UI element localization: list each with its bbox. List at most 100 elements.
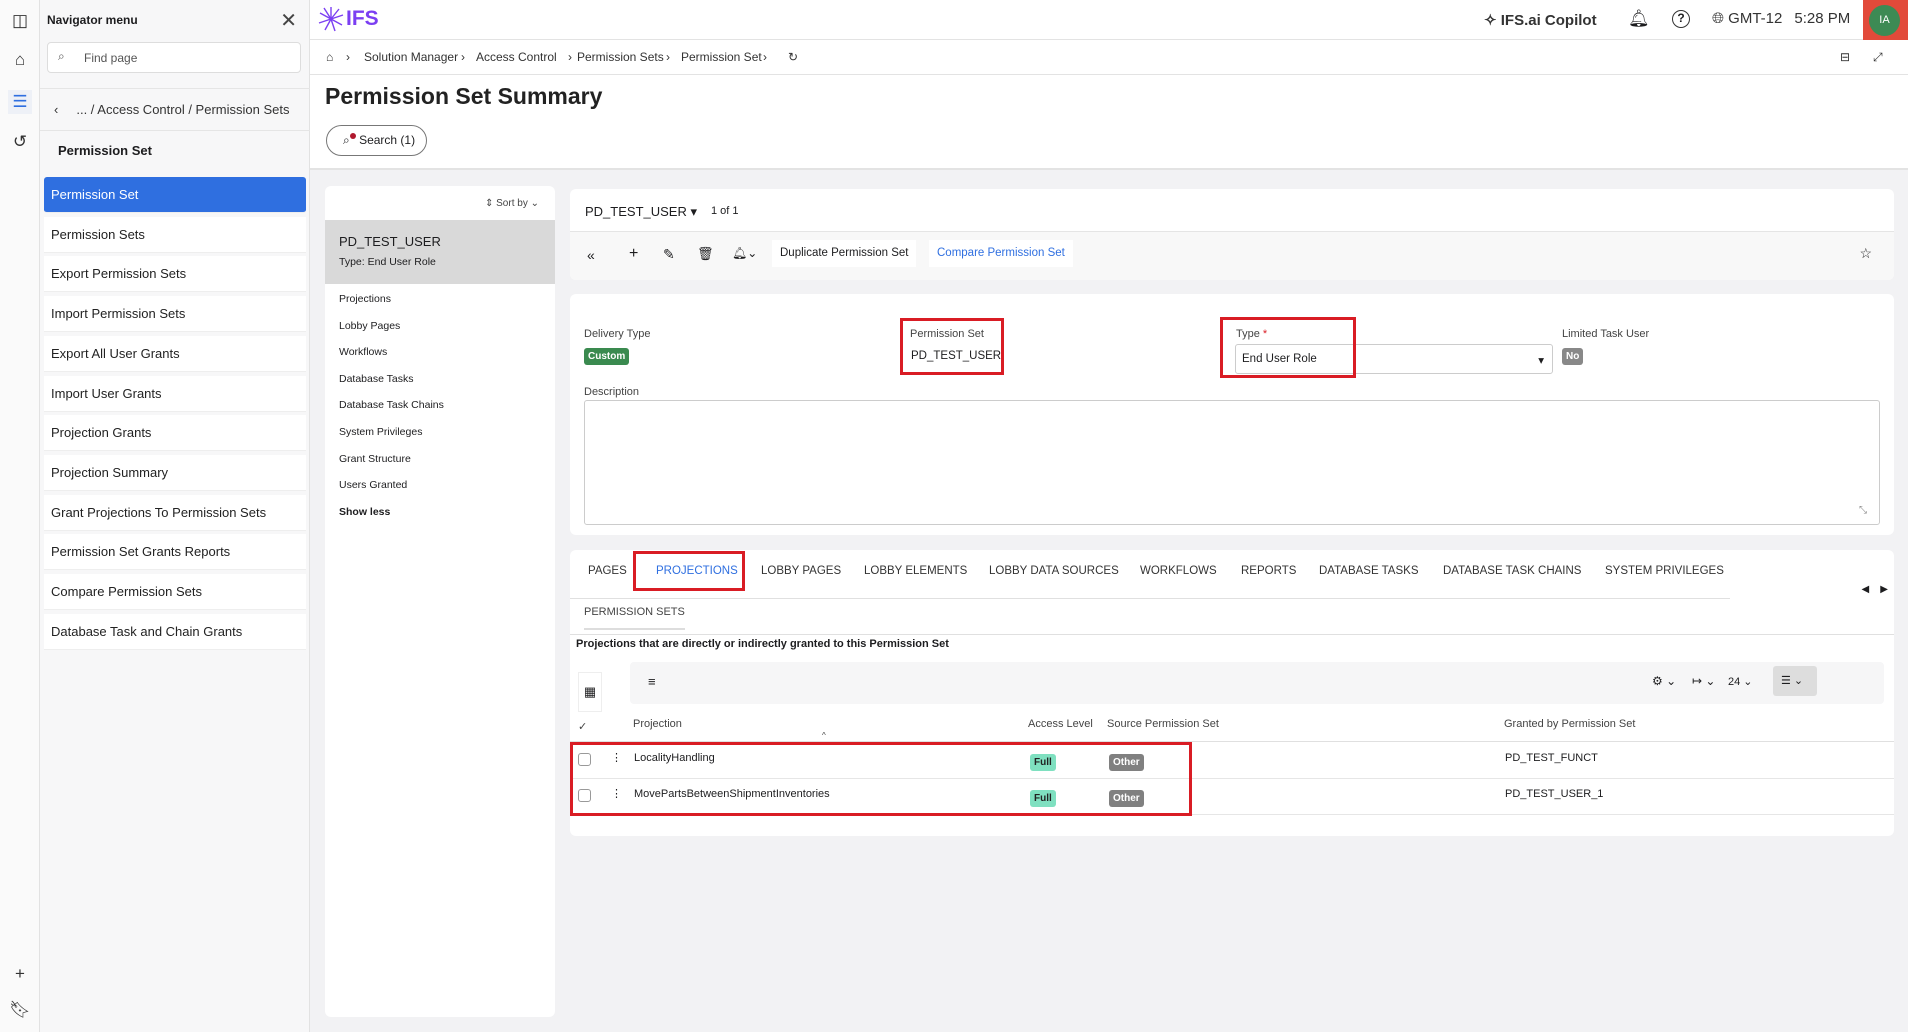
help-icon[interactable]: ?	[1672, 10, 1690, 28]
refresh-icon[interactable]: ↻	[788, 50, 798, 64]
tab-scroll[interactable]: ◀ ▶	[1861, 584, 1888, 595]
sort-by-button[interactable]: ⇕ Sort by ⌄	[485, 198, 539, 209]
col-source-permission-set[interactable]: Source Permission Set	[1107, 718, 1219, 730]
nav-item[interactable]: Import Permission Sets	[44, 296, 306, 333]
tab-database-tasks[interactable]: DATABASE TASKS	[1319, 565, 1419, 577]
bell-icon[interactable]: 🔔︎	[1628, 9, 1650, 29]
page-size-value: 24	[1728, 676, 1741, 688]
tab-workflows[interactable]: WORKFLOWS	[1140, 565, 1217, 577]
caret-down-icon: ▾	[690, 204, 698, 219]
bookmark-icon[interactable]: 🔖︎	[8, 998, 32, 1022]
list-link[interactable]: Lobby Pages	[339, 320, 400, 332]
list-link[interactable]: Projections	[339, 293, 391, 305]
add-icon[interactable]: +	[8, 962, 32, 986]
highlight-box	[570, 742, 1192, 816]
settings-icon[interactable]: ⚙︎ ⌄	[1652, 674, 1676, 688]
record-selector[interactable]: PD_TEST_USER ▾	[585, 204, 697, 220]
list-link[interactable]: System Privileges	[339, 426, 422, 438]
search-button[interactable]: ⌕ Search (1)	[326, 125, 427, 156]
scroll-left-icon[interactable]: ◀	[1861, 584, 1869, 595]
nav-item[interactable]: Permission Set Grants Reports	[44, 534, 306, 571]
screen-icon[interactable]: ⊟	[1840, 50, 1850, 64]
tab-lobby-pages[interactable]: LOBBY PAGES	[761, 565, 841, 577]
tab-system-privileges[interactable]: SYSTEM PRIVILEGES	[1605, 565, 1724, 577]
menu-icon[interactable]: ☰	[8, 90, 32, 114]
home-icon[interactable]: ⌂	[8, 48, 32, 72]
scroll-right-icon[interactable]: ▶	[1880, 584, 1888, 595]
history-icon[interactable]: ↺	[8, 130, 32, 154]
chevron-icon: ›	[763, 50, 767, 64]
subtab-permission-sets[interactable]: PERMISSION SETS	[584, 600, 685, 630]
close-icon[interactable]: ✕	[280, 8, 297, 33]
record-type: Type: End User Role	[339, 256, 436, 268]
duplicate-button[interactable]: Duplicate Permission Set	[772, 240, 917, 267]
highlight-box	[900, 318, 1004, 375]
add-icon[interactable]: +	[629, 245, 638, 263]
tab-reports[interactable]: REPORTS	[1241, 565, 1296, 577]
list-link[interactable]: Users Granted	[339, 479, 407, 491]
ifs-logo[interactable]: IFS	[318, 6, 379, 32]
tab-lobby-data-sources[interactable]: LOBBY DATA SOURCES	[989, 565, 1119, 577]
list-link[interactable]: Database Tasks	[339, 373, 414, 385]
list-link[interactable]: Database Task Chains	[339, 399, 444, 411]
notify-icon[interactable]: 🔔︎⌄	[732, 246, 757, 260]
list-link[interactable]: Workflows	[339, 346, 387, 358]
crumb-permission-set[interactable]: Permission Set	[681, 50, 762, 64]
search-label: Search (1)	[359, 133, 416, 147]
nav-item[interactable]: Database Task and Chain Grants	[44, 613, 306, 650]
chevron-icon: ›	[666, 50, 670, 64]
crumb-solution-manager[interactable]: Solution Manager	[364, 50, 458, 64]
nav-item[interactable]: Grant Projections To Permission Sets	[44, 494, 306, 531]
table-layout-icon[interactable]: ▦	[578, 672, 602, 712]
filter-icon[interactable]: ≡	[648, 674, 656, 689]
avatar[interactable]: IA	[1869, 5, 1900, 36]
nav-back[interactable]: ‹ ... / Access Control / Permission Sets	[40, 88, 310, 131]
selected-record[interactable]: PD_TEST_USER Type: End User Role	[325, 220, 555, 284]
nav-item[interactable]: Export All User Grants	[44, 335, 306, 372]
page-size-select[interactable]: 24 ⌄	[1728, 675, 1753, 688]
nav-item[interactable]: Permission Sets	[44, 216, 306, 253]
resize-handle-icon[interactable]: ⤡	[1859, 505, 1867, 516]
collapse-icon[interactable]: «	[587, 247, 595, 263]
column-width-icon[interactable]: ↦ ⌄	[1692, 674, 1715, 688]
home-icon[interactable]: ⌂	[326, 50, 333, 64]
nav-item[interactable]: Export Permission Sets	[44, 256, 306, 293]
tab-lobby-elements[interactable]: LOBBY ELEMENTS	[864, 565, 967, 577]
show-less-link[interactable]: Show less	[339, 506, 390, 518]
col-access-level[interactable]: Access Level	[1028, 718, 1093, 730]
search-icon: ⌕	[58, 49, 65, 63]
nav-item[interactable]: Import User Grants	[44, 375, 306, 412]
crumb-access-control[interactable]: Access Control	[476, 50, 557, 64]
crumb-permission-sets[interactable]: Permission Sets	[577, 50, 664, 64]
panel-toggle-icon[interactable]: ◫	[8, 9, 32, 33]
copilot-label: IFS.ai Copilot	[1500, 12, 1597, 29]
find-page-input[interactable]: ⌕ Find page	[47, 42, 301, 73]
search-icon: ⌕	[343, 133, 359, 147]
col-granted-by[interactable]: Granted by Permission Set	[1504, 718, 1635, 730]
col-projection[interactable]: Projection	[633, 718, 682, 730]
caret-down-icon: ▾	[1538, 355, 1544, 367]
density-icon[interactable]: ☰ ⌄	[1773, 666, 1817, 696]
tab-projections[interactable]: PROJECTIONS	[656, 565, 738, 577]
nav-item[interactable]: Permission Set	[44, 177, 306, 213]
timezone[interactable]: 🌐︎ GMT-12 5:28 PM	[1712, 10, 1850, 27]
tab-pages[interactable]: PAGES	[588, 565, 627, 577]
sort-label: Sort by	[496, 198, 528, 209]
tab-database-task-chains[interactable]: DATABASE TASK CHAINS	[1443, 565, 1581, 577]
edit-icon[interactable]: ✎	[663, 246, 675, 263]
copilot-button[interactable]: ✧ IFS.ai Copilot	[1484, 11, 1597, 29]
expand-icon[interactable]: ⤢	[1873, 50, 1883, 65]
nav-item[interactable]: Compare Permission Sets	[44, 574, 306, 610]
icon-rail: ◫ ⌂ ☰ ↺ + 🔖︎	[0, 0, 40, 1032]
tabs-panel: ◀ ▶ PERMISSION SETS Projections that are…	[570, 550, 1894, 836]
description-label: Description	[584, 386, 640, 398]
list-link[interactable]: Grant Structure	[339, 453, 411, 465]
limited-task-user-label: Limited Task User	[1562, 328, 1650, 340]
compare-button[interactable]: Compare Permission Set	[929, 240, 1073, 267]
description-textarea[interactable]: ⤡	[584, 400, 1880, 525]
star-icon[interactable]: ☆	[1859, 245, 1872, 262]
nav-item[interactable]: Projection Grants	[44, 415, 306, 452]
select-all-checkmark[interactable]: ✓	[578, 720, 587, 733]
delete-icon[interactable]: 🗑︎	[697, 246, 714, 262]
nav-item[interactable]: Projection Summary	[44, 454, 306, 491]
